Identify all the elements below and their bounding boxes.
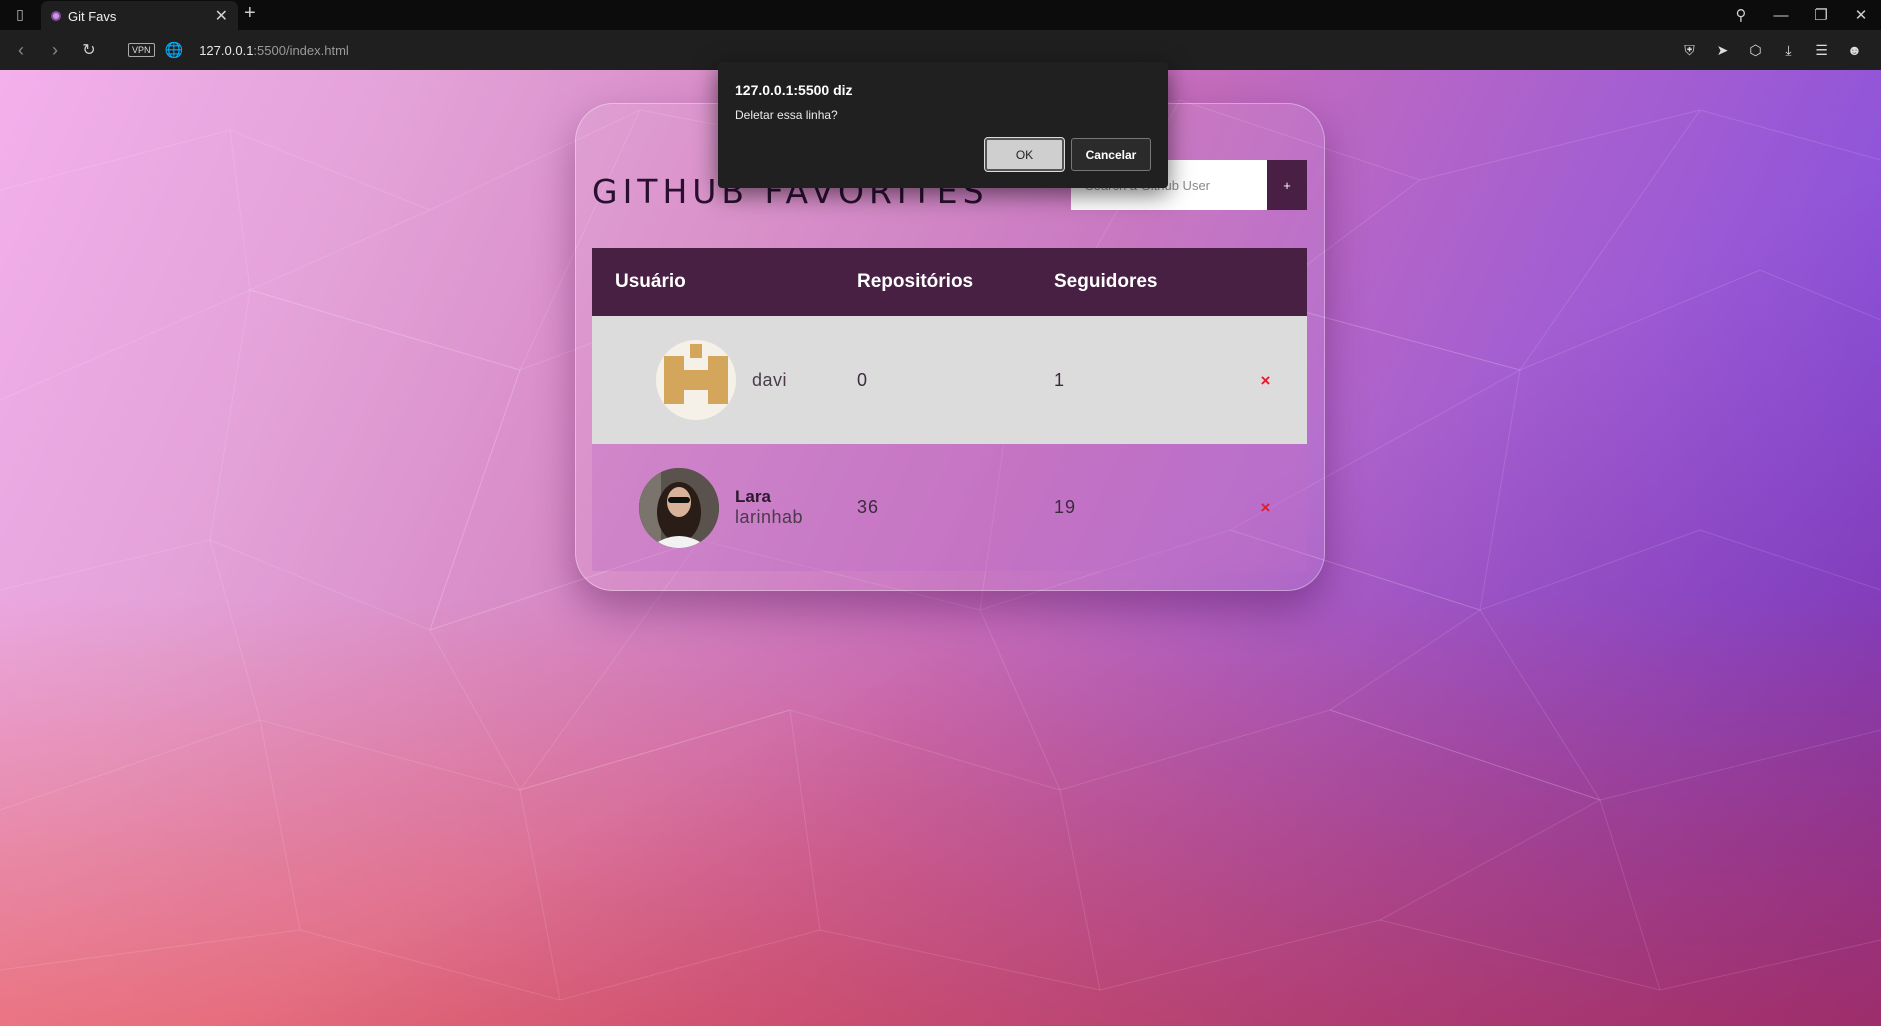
tab-title: Git Favs xyxy=(68,8,117,24)
confirm-dialog: 127.0.0.1:5500 diz Deletar essa linha? O… xyxy=(718,62,1168,188)
identicon-block xyxy=(690,344,702,358)
favorites-table: Usuário Repositórios Seguidores davi 0 1… xyxy=(592,248,1307,571)
shield-icon[interactable]: ⛨ xyxy=(1673,42,1706,59)
user-cell: davi xyxy=(592,340,857,420)
header-usuario: Usuário xyxy=(615,271,686,292)
download-icon[interactable]: ⤓ xyxy=(1772,42,1805,59)
tab-favicon-icon xyxy=(51,11,61,21)
user-login[interactable]: larinhab xyxy=(735,507,803,528)
followers-count: 1 xyxy=(1054,369,1066,390)
cube-icon[interactable]: ⬡ xyxy=(1739,42,1772,59)
new-tab-icon[interactable]: + xyxy=(244,2,256,25)
minimize-icon[interactable]: — xyxy=(1761,7,1801,24)
search-tabs-icon[interactable]: ⚲ xyxy=(1721,6,1761,24)
window-controls: ⚲ — ❐ ✕ xyxy=(1721,0,1881,30)
menu-icon[interactable]: ☰ xyxy=(1805,42,1838,59)
remove-row-button[interactable]: × xyxy=(1261,498,1271,518)
vpn-badge[interactable]: VPN xyxy=(128,43,155,57)
send-icon[interactable]: ➤ xyxy=(1706,42,1739,59)
url-host: 127.0.0.1 xyxy=(199,42,254,58)
header-seguidores: Seguidores xyxy=(1054,271,1158,292)
browser-tab-bar: ▯ Git Favs ✕ + ⚲ — ❐ ✕ xyxy=(0,0,1881,31)
remove-row-button[interactable]: × xyxy=(1261,371,1271,391)
page-viewport: GITHUB FAVORITES + Usuário Repositórios … xyxy=(0,70,1881,1026)
profile-icon[interactable]: ☻ xyxy=(1838,42,1871,58)
table-row: davi 0 1 × xyxy=(592,316,1307,444)
restore-icon[interactable]: ❐ xyxy=(1801,6,1841,24)
add-favorite-button[interactable]: + xyxy=(1267,160,1307,210)
repos-count: 0 xyxy=(857,369,869,390)
avatar xyxy=(656,340,736,420)
globe-icon[interactable]: 🌐 xyxy=(165,41,184,59)
header-repositorios: Repositórios xyxy=(857,271,974,292)
user-name: Lara xyxy=(735,487,771,506)
url-field[interactable]: 127.0.0.1:5500/index.html xyxy=(199,43,349,58)
cancel-button[interactable]: Cancelar xyxy=(1071,138,1151,171)
followers-count: 19 xyxy=(1054,497,1077,517)
reload-icon[interactable]: ↻ xyxy=(72,40,106,60)
repos-count: 36 xyxy=(857,497,880,517)
ok-button[interactable]: OK xyxy=(984,137,1065,172)
identicon-block xyxy=(684,370,708,390)
browser-tab[interactable]: Git Favs ✕ xyxy=(41,1,238,31)
dialog-message: Deletar essa linha? xyxy=(735,108,838,122)
user-info: davi xyxy=(752,370,787,391)
user-info: Lara larinhab xyxy=(735,487,803,528)
url-path: :5500/index.html xyxy=(253,42,349,58)
avatar xyxy=(639,467,719,548)
user-photo xyxy=(639,467,719,548)
user-cell: Lara larinhab xyxy=(592,467,857,548)
identicon-block xyxy=(664,356,684,404)
close-window-icon[interactable]: ✕ xyxy=(1841,6,1881,24)
forward-icon[interactable]: › xyxy=(38,40,72,61)
dialog-title: 127.0.0.1:5500 diz xyxy=(735,82,853,98)
tab-close-icon[interactable]: ✕ xyxy=(215,6,228,26)
toolbar-extensions: ⛨ ➤ ⬡ ⤓ ☰ ☻ xyxy=(1673,30,1871,70)
back-icon[interactable]: ‹ xyxy=(4,40,38,61)
identicon-block xyxy=(708,356,728,404)
table-header: Usuário Repositórios Seguidores xyxy=(592,248,1307,316)
user-login[interactable]: davi xyxy=(752,370,787,391)
gamepad-icon[interactable]: ▯ xyxy=(8,6,32,24)
table-row: Lara larinhab 36 19 × xyxy=(592,444,1307,571)
